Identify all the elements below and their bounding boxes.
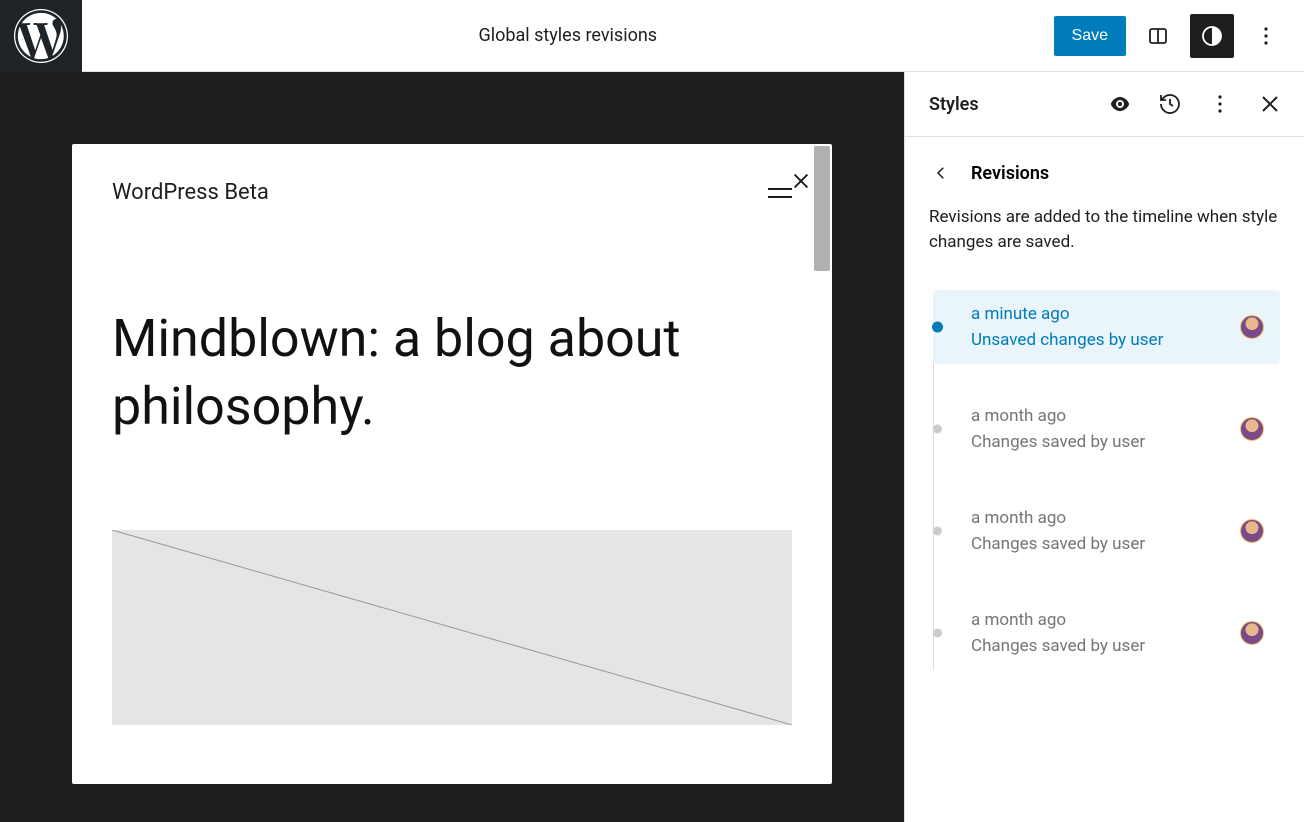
revision-item[interactable]: a month ago Changes saved by user <box>933 494 1280 568</box>
revisions-timeline: a minute ago Unsaved changes by user a m… <box>929 290 1280 670</box>
timeline-dot-icon <box>933 629 942 638</box>
close-sidebar-button[interactable] <box>1254 88 1286 120</box>
revision-item[interactable]: a month ago Changes saved by user <box>933 596 1280 670</box>
timeline-dot-icon <box>932 322 943 333</box>
revision-time: a month ago <box>971 508 1262 528</box>
avatar <box>1240 519 1264 543</box>
sidebar: Styles Revisions <box>904 72 1304 822</box>
avatar <box>1240 315 1264 339</box>
revision-time: a month ago <box>971 610 1262 630</box>
view-toggle-button[interactable] <box>1136 14 1180 58</box>
revision-time: a minute ago <box>971 304 1262 324</box>
page-title: Global styles revisions <box>82 25 1054 46</box>
preview-canvas: WordPress Beta Mindblown: a blog about p… <box>72 144 832 784</box>
canvas-area: WordPress Beta Mindblown: a blog about p… <box>0 72 904 822</box>
revision-desc: Changes saved by user <box>971 534 1262 554</box>
more-options-button[interactable] <box>1244 14 1288 58</box>
revision-time: a month ago <box>971 406 1262 426</box>
revision-item[interactable]: a minute ago Unsaved changes by user <box>933 290 1280 364</box>
revisions-button[interactable] <box>1154 88 1186 120</box>
topbar: Global styles revisions Save <box>0 0 1304 72</box>
revision-item[interactable]: a month ago Changes saved by user <box>933 392 1280 466</box>
topbar-actions: Save <box>1054 14 1304 58</box>
panel-description: Revisions are added to the timeline when… <box>929 205 1280 254</box>
site-title: WordPress Beta <box>112 180 269 205</box>
menu-icon[interactable] <box>768 181 792 205</box>
image-placeholder <box>112 530 792 725</box>
revision-desc: Changes saved by user <box>971 432 1262 452</box>
hero-heading: Mindblown: a blog about philosophy. <box>112 305 792 440</box>
sidebar-more-button[interactable] <box>1204 88 1236 120</box>
avatar <box>1240 417 1264 441</box>
panel-title: Revisions <box>971 163 1049 184</box>
avatar <box>1240 621 1264 645</box>
back-button[interactable] <box>929 161 953 185</box>
scrollbar[interactable] <box>814 146 830 271</box>
revision-desc: Unsaved changes by user <box>971 330 1262 350</box>
save-button[interactable]: Save <box>1054 16 1126 56</box>
wordpress-logo[interactable] <box>0 0 82 72</box>
main: WordPress Beta Mindblown: a blog about p… <box>0 72 1304 822</box>
timeline-dot-icon <box>933 425 942 434</box>
timeline-dot-icon <box>933 527 942 536</box>
sidebar-title: Styles <box>929 94 979 115</box>
style-book-button[interactable] <box>1104 88 1136 120</box>
close-preview-button[interactable] <box>790 170 812 196</box>
revision-desc: Changes saved by user <box>971 636 1262 656</box>
styles-button[interactable] <box>1190 14 1234 58</box>
sidebar-header: Styles <box>905 72 1304 137</box>
